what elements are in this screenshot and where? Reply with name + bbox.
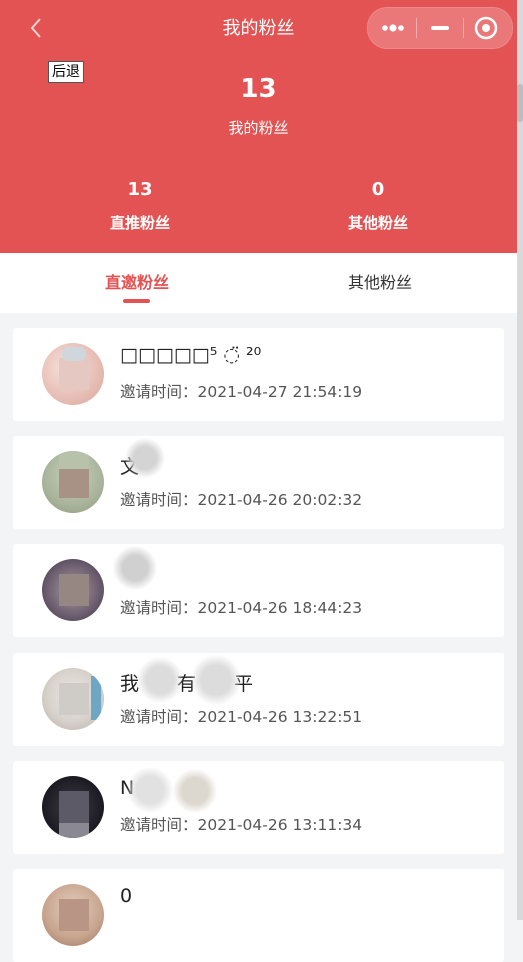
invite-time: 邀请时间：2021-04-27 21:54:19 [120, 380, 362, 402]
fan-name: 0 [120, 885, 133, 907]
invite-time-value: 2021-04-27 21:54:19 [197, 383, 363, 401]
back-tooltip: 后退 [48, 61, 84, 83]
direct-fans-stat: 13 直推粉丝 [40, 179, 240, 233]
tab-direct-invite[interactable]: 直邀粉丝 [8, 253, 266, 313]
minimize-button[interactable] [417, 8, 463, 48]
invite-time-label: 邀请时间： [120, 491, 198, 509]
other-fans-count: 0 [371, 179, 385, 200]
header: 我的粉丝 13 我的粉丝 13 直推粉丝 0 其他粉丝 [0, 0, 517, 253]
invite-time-label: 邀请时间： [120, 708, 198, 726]
censored-name-blob [191, 655, 241, 705]
invite-time: 邀请时间：2021-04-26 13:11:34 [120, 813, 362, 835]
invite-time-label: 邀请时间： [120, 383, 198, 401]
other-fans-stat: 0 其他粉丝 [278, 179, 478, 233]
censored-name-blob [127, 767, 173, 813]
more-dots-icon [382, 24, 404, 32]
target-close-icon [474, 16, 498, 40]
total-fans-label: 我的粉丝 [228, 119, 289, 137]
scrollbar-thumb[interactable] [517, 84, 523, 122]
invite-time-value: 2021-04-26 18:44:23 [197, 599, 363, 617]
direct-fans-label: 直推粉丝 [109, 214, 170, 232]
censored-name-blob [125, 438, 165, 478]
avatar [42, 343, 104, 405]
invite-time-value: 2021-04-26 13:11:34 [197, 816, 363, 834]
fan-list-item[interactable]: 0 [13, 869, 504, 962]
invite-time: 邀请时间：2021-04-26 20:02:32 [120, 488, 362, 510]
other-fans-label: 其他粉丝 [347, 214, 408, 232]
minimize-icon [431, 26, 449, 30]
censored-name-blob [113, 546, 157, 590]
invite-time-value: 2021-04-26 13:22:51 [197, 708, 363, 726]
invite-time: 邀请时间：2021-04-26 18:44:23 [120, 596, 362, 618]
avatar [42, 451, 104, 513]
mini-program-capsule [367, 7, 513, 49]
invite-time: 邀请时间：2021-04-26 13:22:51 [120, 705, 362, 727]
avatar [42, 559, 104, 621]
fan-name: □□□□□⁵ ◌̈ ²⁰ [120, 344, 262, 366]
fan-list-item[interactable]: 邀请时间：2021-04-26 18:44:23 [13, 544, 504, 637]
direct-fans-count: 13 [127, 179, 153, 200]
avatar [42, 884, 104, 946]
censored-name-blob [173, 769, 217, 813]
invite-time-label: 邀请时间： [120, 816, 198, 834]
fan-tabs: 直邀粉丝 其他粉丝 [0, 253, 517, 313]
fan-list-item[interactable]: □□□□□⁵ ◌̈ ²⁰ 邀请时间：2021-04-27 21:54:19 [13, 328, 504, 421]
invite-time-value: 2021-04-26 20:02:32 [197, 491, 363, 509]
fan-list-item[interactable]: N 邀请时间：2021-04-26 13:11:34 [13, 761, 504, 854]
active-tab-indicator [123, 299, 150, 303]
close-button[interactable] [464, 8, 512, 48]
scrollbar-track[interactable] [517, 0, 523, 920]
avatar [42, 776, 104, 838]
more-button[interactable] [368, 8, 416, 48]
app-frame: 我的粉丝 13 我的粉丝 13 直推粉丝 0 其他粉丝 后退 直邀粉丝 其他粉丝… [0, 0, 517, 962]
tab-other-fans[interactable]: 其他粉丝 [251, 253, 509, 313]
fan-list-item[interactable]: 我 有 平 邀请时间：2021-04-26 13:22:51 [13, 653, 504, 746]
censored-name-blob [137, 657, 183, 703]
invite-time-label: 邀请时间： [120, 599, 198, 617]
fan-list-item[interactable]: 文 邀请时间：2021-04-26 20:02:32 [13, 436, 504, 529]
avatar [42, 668, 104, 730]
